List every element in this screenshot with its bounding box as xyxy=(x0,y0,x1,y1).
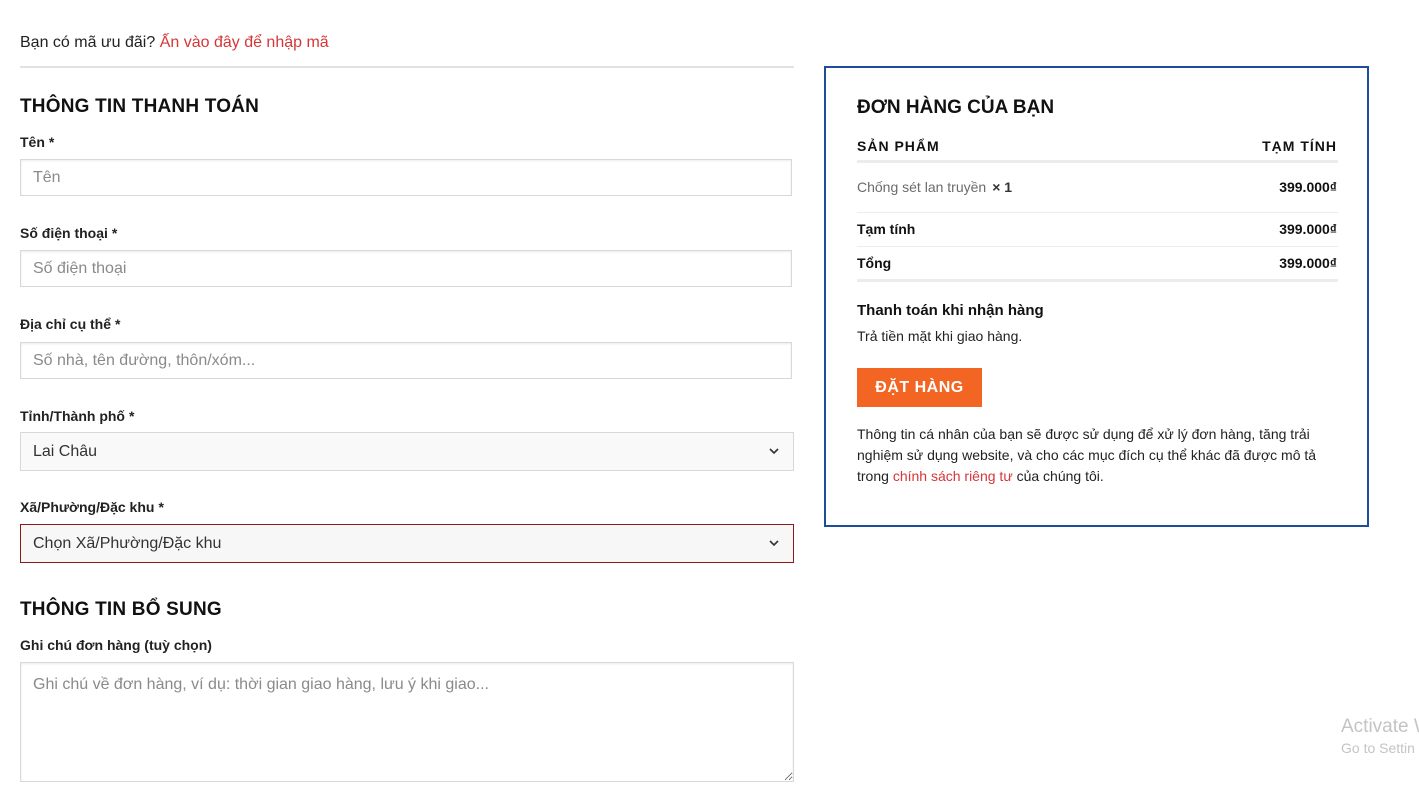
order-item: Chống sét lan truyền × 1 xyxy=(857,179,1012,195)
name-input[interactable] xyxy=(20,159,792,196)
coupon-prompt: Bạn có mã ưu đãi? xyxy=(20,34,156,51)
divider xyxy=(857,212,1338,213)
watermark-line1: Activate W xyxy=(1341,716,1419,737)
divider xyxy=(20,66,794,68)
ward-label-text: Xã/Phường/Đặc khu xyxy=(20,499,155,515)
ward-select[interactable]: Chọn Xã/Phường/Đặc khu xyxy=(20,524,794,563)
total-label: Tổng xyxy=(857,255,892,271)
chevron-down-icon xyxy=(769,448,779,455)
chevron-down-icon xyxy=(769,540,779,547)
required-mark: * xyxy=(48,134,55,150)
coupon-link[interactable]: Ấn vào đây để nhập mã xyxy=(160,34,329,51)
address-label-text: Địa chỉ cụ thể xyxy=(20,316,112,332)
subtotal-label: Tạm tính xyxy=(857,221,916,237)
col-subtotal-header: TẠM TÍNH xyxy=(1262,138,1337,154)
col-product-header: SẢN PHẨM xyxy=(857,138,940,154)
divider xyxy=(857,279,1338,282)
order-summary: ĐƠN HÀNG CỦA BẠN SẢN PHẨM TẠM TÍNH Chống… xyxy=(824,66,1369,527)
privacy-text-end: của chúng tôi. xyxy=(1012,468,1104,484)
payment-method-title: Thanh toán khi nhận hàng xyxy=(857,302,1044,319)
name-label: Tên * xyxy=(20,134,54,150)
phone-input[interactable] xyxy=(20,250,792,287)
privacy-notice: Thông tin cá nhân của bạn sẽ được sử dụn… xyxy=(857,424,1327,487)
address-input[interactable] xyxy=(20,342,792,379)
required-mark: * xyxy=(158,499,164,515)
notes-label: Ghi chú đơn hàng (tuỳ chọn) xyxy=(20,637,212,653)
province-select[interactable]: Lai Châu xyxy=(20,432,794,471)
province-value: Lai Châu xyxy=(33,442,98,460)
coupon-notice: Bạn có mã ưu đãi? Ấn vào đây để nhập mã xyxy=(20,34,329,52)
subtotal-value: 399.000₫ xyxy=(1279,221,1337,237)
phone-label: Số điện thoại * xyxy=(20,225,117,241)
required-mark: * xyxy=(111,225,118,241)
address-label: Địa chỉ cụ thể * xyxy=(20,316,120,332)
billing-title: THÔNG TIN THANH TOÁN xyxy=(20,96,260,117)
ward-label: Xã/Phường/Đặc khu * xyxy=(20,499,164,515)
name-label-text: Tên xyxy=(20,134,45,150)
phone-label-text: Số điện thoại xyxy=(20,225,108,241)
order-title: ĐƠN HÀNG CỦA BẠN xyxy=(857,97,1055,118)
required-mark: * xyxy=(128,408,135,424)
product-qty: × 1 xyxy=(992,179,1013,195)
additional-title: THÔNG TIN BỔ SUNG xyxy=(20,599,222,620)
activation-watermark: Activate W Go to Settin xyxy=(1341,716,1419,756)
place-order-button[interactable]: ĐẶT HÀNG xyxy=(857,368,982,407)
divider xyxy=(857,246,1338,247)
order-notes-textarea[interactable] xyxy=(20,662,794,782)
privacy-policy-link[interactable]: chính sách riêng tư xyxy=(893,468,1013,484)
watermark-line2: Go to Settin xyxy=(1341,740,1415,756)
total-value: 399.000₫ xyxy=(1279,255,1337,271)
province-label-text: Tỉnh/Thành phố xyxy=(20,408,125,424)
ward-value: Chọn Xã/Phường/Đặc khu xyxy=(33,534,222,552)
product-name: Chống sét lan truyền xyxy=(857,179,987,195)
payment-method-desc: Trả tiền mặt khi giao hàng. xyxy=(857,328,1023,344)
required-mark: * xyxy=(115,316,121,332)
product-price: 399.000₫ xyxy=(1279,179,1337,195)
divider xyxy=(857,160,1338,163)
province-label: Tỉnh/Thành phố * xyxy=(20,408,134,424)
